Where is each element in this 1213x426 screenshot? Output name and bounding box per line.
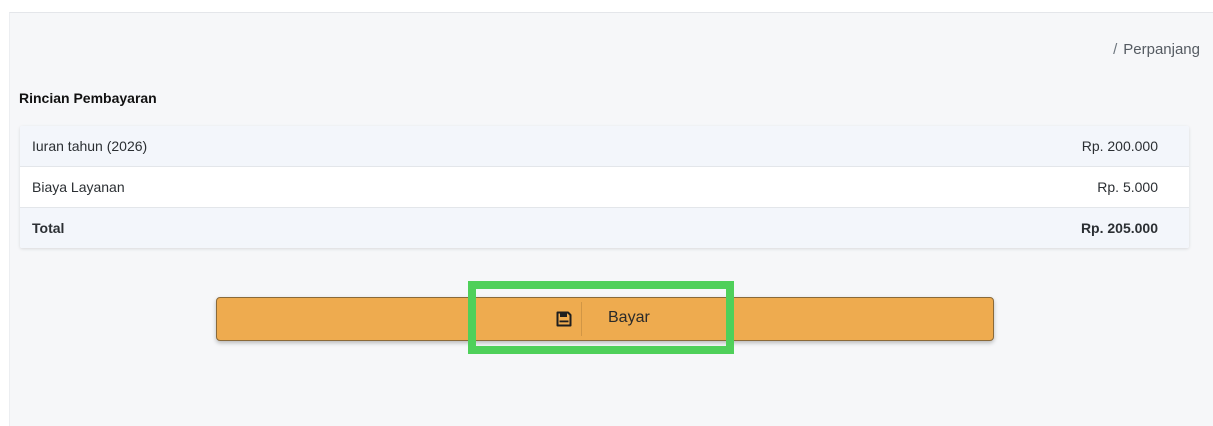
breadcrumb-current: Perpanjang <box>1123 41 1200 58</box>
button-divider <box>581 302 582 336</box>
payment-details-table: Iuran tahun (2026) Rp. 200.000 Biaya Lay… <box>20 126 1189 248</box>
row-label: Biaya Layanan <box>32 179 125 195</box>
breadcrumb-separator: / <box>1113 41 1118 58</box>
breadcrumb: / Perpanjang <box>1113 41 1200 58</box>
pay-button[interactable]: Bayar <box>216 297 994 341</box>
save-icon <box>556 311 572 327</box>
row-label: Iuran tahun (2026) <box>32 138 148 154</box>
row-amount: Rp. 200.000 <box>1081 138 1158 154</box>
total-label: Total <box>32 220 65 236</box>
row-amount: Rp. 5.000 <box>1097 179 1158 195</box>
pay-button-label: Bayar <box>608 309 650 326</box>
total-row: Total Rp. 205.000 <box>20 208 1189 248</box>
table-row: Iuran tahun (2026) Rp. 200.000 <box>20 126 1189 167</box>
total-amount: Rp. 205.000 <box>1080 220 1158 236</box>
table-row: Biaya Layanan Rp. 5.000 <box>20 167 1189 208</box>
section-title: Rincian Pembayaran <box>19 90 157 106</box>
content-panel: / Perpanjang Rincian Pembayaran Iuran tah… <box>9 12 1213 426</box>
